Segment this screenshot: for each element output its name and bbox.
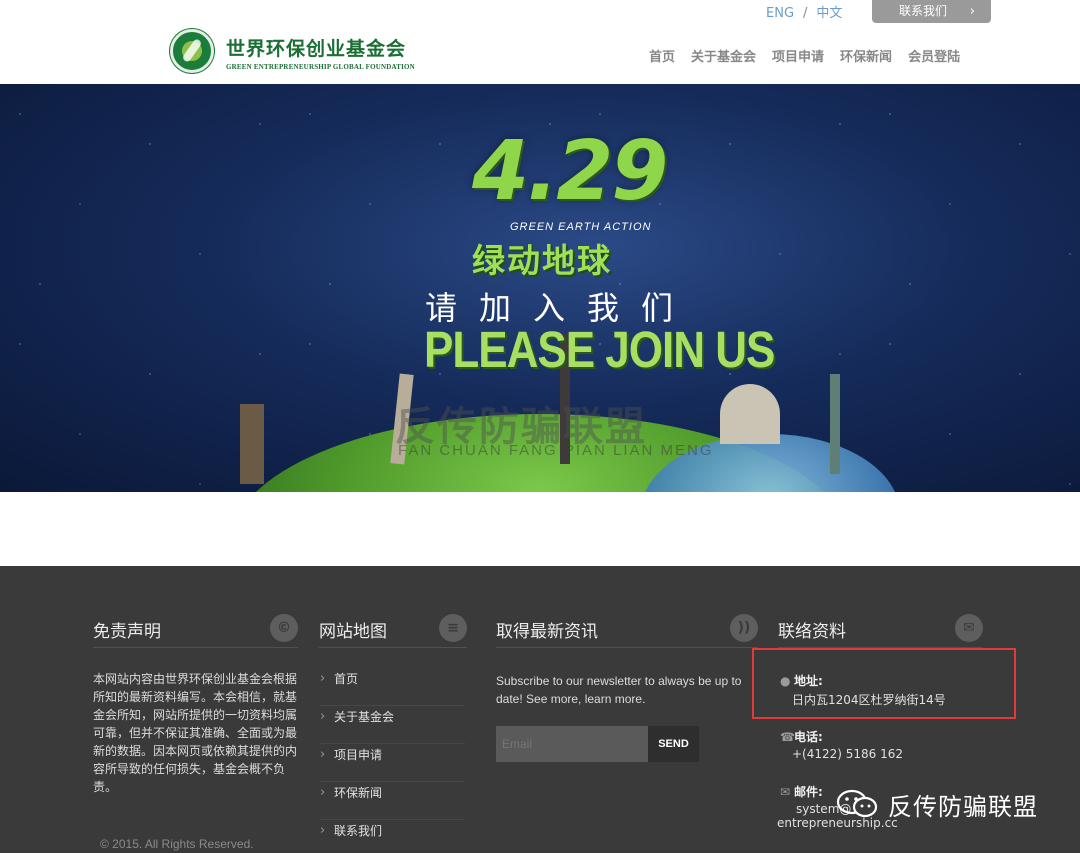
lang-en-link[interactable]: ENG [766,6,794,21]
copyright-icon: © [270,614,298,642]
contact-us-button[interactable]: 联系我们 › [872,0,991,23]
copyright-text: © 2015. All Rights Reserved. [100,837,254,851]
sitemap-title: 网站地图 [319,622,387,642]
banner-tagline: GREEN EARTH ACTION [510,221,652,233]
phone-icon: ☎ [780,730,795,744]
banner-title-cn: 绿动地球 [472,241,612,280]
divider [319,647,467,648]
list-icon: ≡ [439,614,467,642]
chevron-right-icon: › [969,4,975,19]
wechat-watermark: 反传防骗联盟 [836,780,1056,830]
lang-separator: / [803,6,808,21]
contact-title: 联络资料 [778,622,846,642]
mail-icon: ✉ [780,785,791,799]
big-ben-graphic [240,404,264,484]
nav-item-about[interactable]: 关于基金会 [691,46,756,65]
sitemap-item-home[interactable]: 首页 [320,668,465,706]
wechat-icon [836,789,878,818]
phone-value: +(4122) 5186 162 [792,747,904,761]
brand-name-en: GREEN ENTREPRENEURSHIP GLOBAL FOUNDATION [226,63,415,71]
site-header: ENG / 中文 联系我们 › 世界环保创业基金会 GREEN ENTREPRENE… [0,0,1080,84]
watermark-en: FAN CHUAN FANG PIAN LIAN MENG [398,442,714,459]
sitemap-item-projects[interactable]: 项目申请 [320,744,465,782]
hero-banner: 4.29 GREEN EARTH ACTION 绿动地球 请加入我们 PLEAS… [0,84,1080,492]
nav-item-news[interactable]: 环保新闻 [840,46,892,65]
site-footer: 免责声明 © 本网站内容由世界环保创业基金会根据所知的最新资料编写。本会相信，就… [0,566,1080,853]
language-switcher: ENG / 中文 [766,2,842,21]
send-button[interactable]: SEND [648,726,699,762]
divider [496,647,758,648]
mail-label: 邮件: [794,785,823,799]
divider [93,647,298,648]
banner-invite-en: PLEASE JOIN US [424,322,775,379]
nav-item-home[interactable]: 首页 [649,46,675,65]
lang-cn-link[interactable]: 中文 [816,2,842,21]
newsletter-text: Subscribe to our newsletter to always be… [496,674,742,706]
sitemap-item-about[interactable]: 关于基金会 [320,706,465,744]
contact-us-label: 联系我们 [899,4,948,18]
foundation-logo-icon[interactable] [170,29,214,73]
disclaimer-text: 本网站内容由世界环保创业基金会根据所知的最新资料编写。本会相信，就基金会所知，网… [93,672,298,794]
sitemap-list: 首页 关于基金会 项目申请 环保新闻 联系我们 [320,668,465,853]
landmark-dome-graphic [720,384,780,444]
phone-block: ☎电话: +(4122) 5186 162 [780,728,903,761]
nav-item-projects[interactable]: 项目申请 [772,46,824,65]
rss-icon: )) [730,614,758,642]
sitemap-item-contact[interactable]: 联系我们 [320,820,465,853]
highlight-box [752,648,1016,719]
banner-date: 4.29 [472,124,668,219]
statue-of-liberty-graphic [830,374,840,474]
wechat-account-name: 反传防骗联盟 [888,793,1038,821]
brand-name-cn[interactable]: 世界环保创业基金会 [226,34,406,61]
main-nav: 首页 关于基金会 项目申请 环保新闻 会员登陆 [649,46,960,65]
sitemap-item-news[interactable]: 环保新闻 [320,782,465,820]
newsletter-title: 取得最新资讯 [496,622,598,642]
nav-item-login[interactable]: 会员登陆 [908,46,960,65]
envelope-icon: ✉ [955,614,983,642]
phone-label: 电话: [794,730,823,744]
disclaimer-title: 免责声明 [93,622,161,642]
email-input[interactable] [496,726,648,762]
